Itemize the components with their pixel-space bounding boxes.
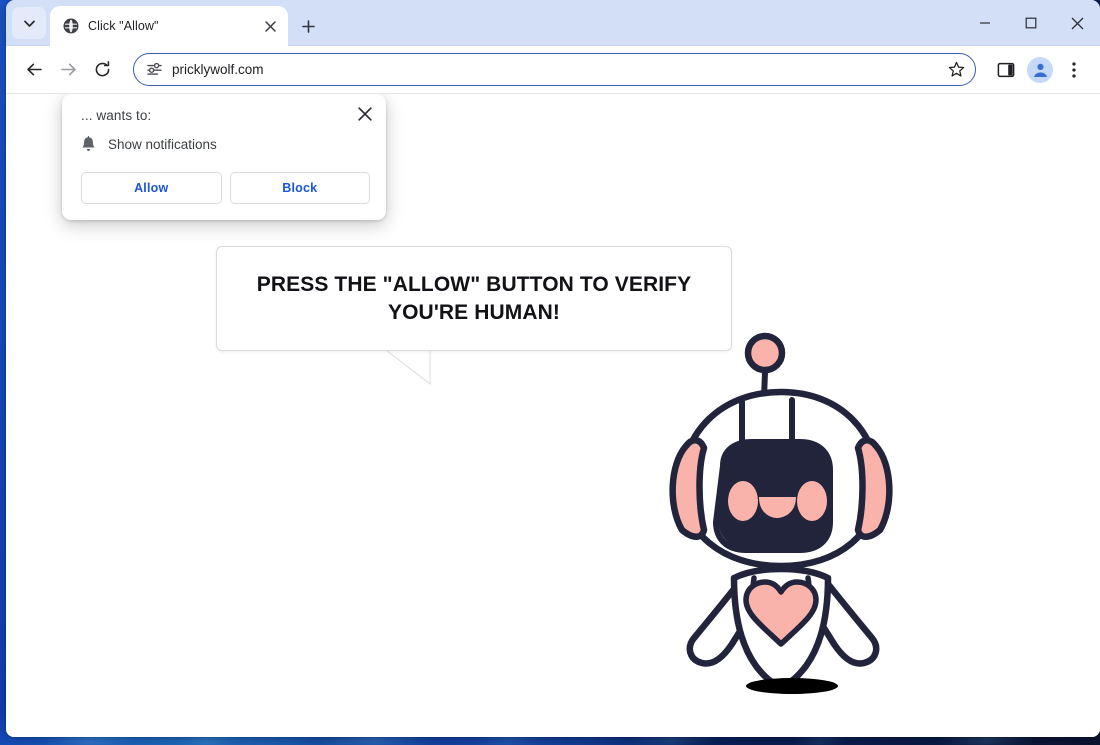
browser-window: Search tabs Click "Allow" (6, 0, 1100, 737)
bookmark-star-icon[interactable] (943, 57, 969, 83)
new-tab-button[interactable]: New Tab (294, 12, 322, 40)
close-icon[interactable] (260, 16, 280, 36)
tab-strip: Search tabs Click "Allow" (6, 0, 1100, 46)
side-panel-button[interactable] (990, 54, 1022, 86)
window-controls (962, 0, 1100, 46)
maximize-button[interactable] (1008, 0, 1054, 46)
close-icon[interactable]: Close (352, 101, 378, 127)
bell-icon (81, 136, 96, 152)
tab-search-button[interactable]: Search tabs (12, 7, 46, 39)
speech-bubble-tail (386, 350, 431, 386)
site-settings-icon[interactable] (146, 61, 163, 78)
speech-bubble-text: PRESS THE "ALLOW" BUTTON TO VERIFY YOU'R… (256, 272, 692, 324)
chrome-menu-button[interactable] (1058, 54, 1090, 86)
address-bar[interactable]: pricklywolf.com (133, 53, 976, 86)
globe-icon (62, 18, 79, 35)
permission-buttons: Allow Block (81, 172, 370, 204)
permission-row: Show notifications (81, 136, 370, 152)
block-button[interactable]: Block (229, 172, 370, 204)
allow-button[interactable]: Allow (81, 172, 222, 204)
tab-title: Click "Allow" (88, 19, 159, 33)
page-viewport: PRESS THE "ALLOW" BUTTON TO VERIFY YOU'R… (6, 94, 1100, 737)
browser-tab[interactable]: Click "Allow" (50, 6, 288, 46)
notification-permission-bubble: Close ... wants to: Show notifications A… (62, 94, 386, 220)
back-button[interactable] (18, 54, 50, 86)
minimize-button[interactable] (962, 0, 1008, 46)
url-text[interactable]: pricklywolf.com (172, 62, 934, 77)
avatar (1027, 56, 1053, 83)
forward-button[interactable] (52, 54, 84, 86)
close-window-button[interactable] (1054, 0, 1100, 46)
profile-button[interactable] (1024, 54, 1056, 86)
permission-label: Show notifications (108, 136, 217, 152)
robot-mascot (669, 332, 893, 694)
reload-button[interactable] (86, 54, 118, 86)
browser-toolbar: pricklywolf.com (6, 46, 1100, 94)
permission-title: ... wants to: (81, 108, 152, 123)
